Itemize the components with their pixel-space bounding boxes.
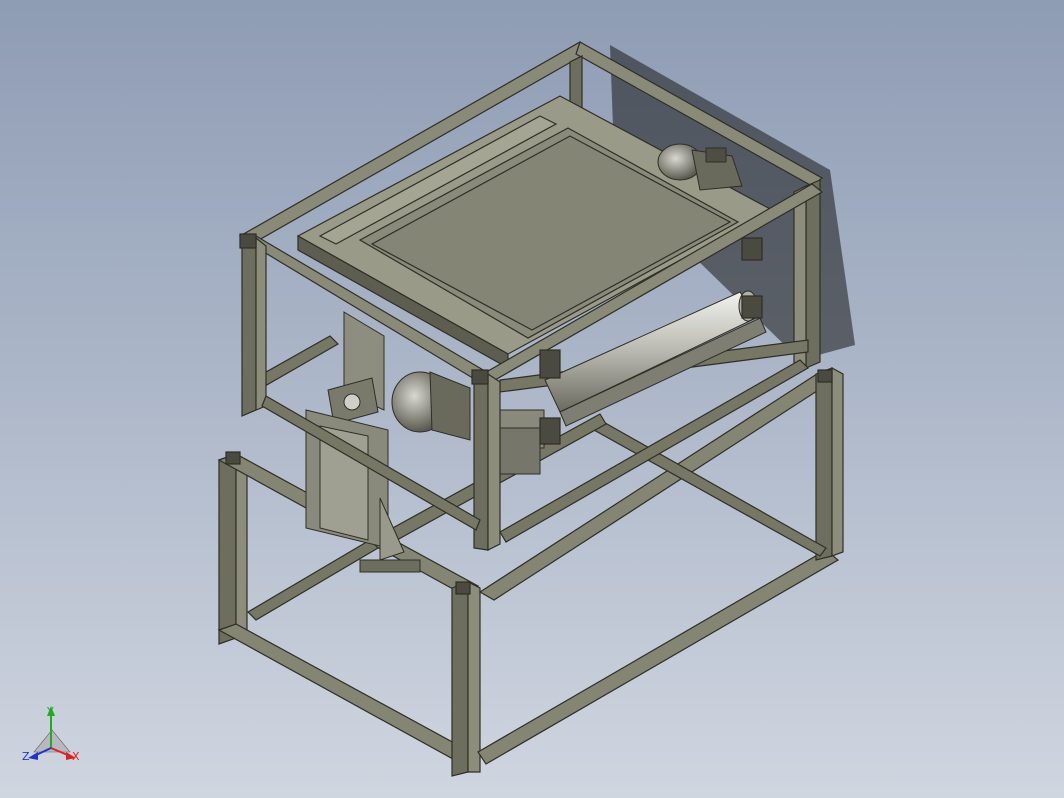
base-rail-right-top [478, 371, 836, 601]
bearing-bore [343, 393, 361, 411]
slide-base [359, 559, 421, 573]
upper-post-front-side [487, 372, 501, 551]
upper-corner-cap-front [471, 369, 489, 385]
base-post-center [451, 581, 469, 777]
upper-corner-cap-left [239, 233, 257, 249]
base-post-left-side [235, 452, 248, 639]
base-corner-cap-left [225, 451, 241, 465]
motor-lower-block [499, 427, 541, 475]
pillow-block-bearing[interactable] [327, 311, 385, 425]
upper-corner-cap-center-low [539, 417, 561, 445]
motor-lower-housing [429, 371, 471, 441]
triad-y-label: Y [46, 705, 54, 718]
upper-post-left [241, 237, 257, 417]
base-corner-cap-right [817, 369, 833, 383]
motor-top-connector [705, 147, 727, 163]
base-rail-right-bottom [477, 549, 840, 765]
upper-corner-cap-right-low [741, 295, 763, 319]
base-post-left [218, 453, 237, 645]
base-rail-back-left [247, 539, 379, 621]
base-post-right [815, 367, 833, 561]
upper-corner-cap-right-mid [741, 237, 763, 261]
upper-corner-cap-center [539, 349, 561, 379]
triad-z-label: Z [22, 750, 30, 763]
base-rail-left-bottom [217, 623, 480, 765]
base-corner-cap-center [455, 581, 471, 595]
triad-x-label: X [72, 750, 80, 763]
base-post-center-side [467, 581, 481, 773]
base-rail-back-right [593, 419, 827, 557]
coordinate-triad: Y X Z [22, 705, 80, 763]
base-post-right-side [831, 366, 844, 557]
cad-viewport[interactable]: Y X Z [0, 0, 1064, 798]
upper-post-left-side [255, 236, 267, 411]
